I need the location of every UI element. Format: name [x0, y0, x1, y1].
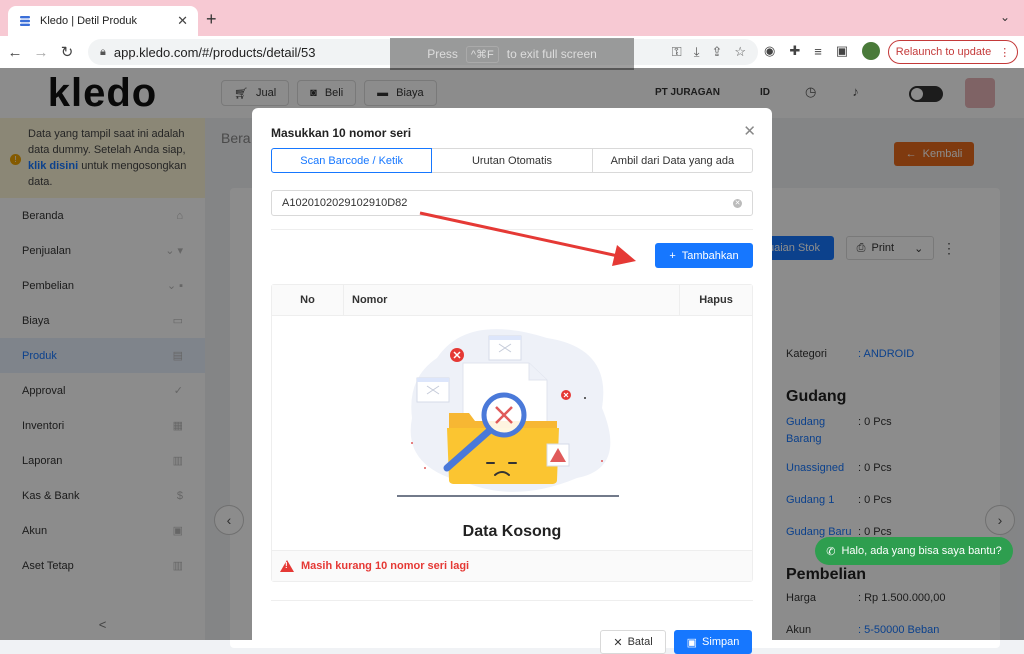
url-text: app.kledo.com/#/products/detail/53	[113, 44, 316, 60]
back-icon[interactable]: ←	[4, 44, 26, 61]
camera-icon[interactable]: ◉	[764, 43, 775, 59]
batal-label: Batal	[627, 636, 653, 648]
serial-number-table: No Nomor Hapus Data Kosong ! Masih kuran…	[271, 284, 753, 582]
key-icon[interactable]: ⚿	[672, 44, 682, 60]
tab-scan-barcode[interactable]: Scan Barcode / Ketik	[271, 148, 433, 173]
fullscreen-hint-suffix: to exit full screen	[506, 47, 597, 61]
serial-number-input[interactable]: A1020102029102910D82 ✕	[271, 190, 753, 216]
empty-state-text: Data Kosong	[462, 523, 562, 540]
whatsapp-label: Halo, ada yang bisa saya bantu?	[841, 545, 1002, 557]
clear-input-icon[interactable]: ✕	[733, 198, 742, 208]
column-header-hapus: Hapus	[699, 294, 733, 306]
batal-button[interactable]: ✕ Batal	[600, 630, 666, 654]
column-header-nomor: Nomor	[344, 285, 680, 315]
download-icon[interactable]: ⤓	[694, 44, 700, 60]
plus-icon: +	[669, 249, 676, 262]
sidepanel-icon[interactable]: ▣	[836, 43, 848, 59]
serial-number-modal: Masukkan 10 nomor seri ✕ Scan Barcode / …	[252, 108, 772, 654]
tab-close-icon[interactable]: ✕	[177, 13, 188, 29]
browser-tab-title: Kledo | Detil Produk	[40, 15, 138, 27]
close-icon: ✕	[613, 636, 623, 649]
tab-search-icon[interactable]: ⌄	[1000, 10, 1010, 24]
fullscreen-hint-prefix: Press	[427, 47, 458, 61]
divider	[271, 229, 753, 230]
share-icon[interactable]: ⇪	[711, 44, 722, 60]
media-icon[interactable]: ≡	[814, 44, 822, 59]
puzzle-icon[interactable]: ✚	[789, 43, 800, 59]
profile-avatar[interactable]	[862, 42, 881, 60]
fullscreen-hint-key: ^⌘F	[465, 45, 499, 63]
empty-data-illustration	[397, 329, 619, 497]
tab-ambil-data[interactable]: Ambil dari Data yang ada	[591, 148, 753, 173]
warning-triangle-icon	[280, 560, 294, 572]
serial-warning-message: Masih kurang 10 nomor seri lagi	[272, 550, 752, 581]
table-header: No Nomor Hapus	[272, 285, 752, 316]
extension-icons: ◉ ✚ ≡ ▣	[764, 42, 881, 60]
divider	[271, 600, 753, 601]
whatsapp-chat-button[interactable]: ✆ Halo, ada yang bisa saya bantu?	[815, 537, 1013, 565]
fullscreen-hint: Press ^⌘F to exit full screen	[390, 38, 634, 70]
forward-icon[interactable]: →	[30, 44, 52, 61]
browser-tab-strip: Kledo | Detil Produk ✕ + ⌄	[0, 0, 1024, 36]
save-icon: ▣	[686, 636, 698, 649]
bookmark-star-icon[interactable]: ☆	[734, 44, 746, 60]
simpan-button[interactable]: ▣ Simpan	[674, 630, 752, 654]
close-icon[interactable]: ✕	[743, 122, 756, 140]
whatsapp-icon: ✆	[826, 545, 836, 558]
relaunch-button[interactable]: Relaunch to update ⋮	[888, 40, 1018, 64]
tambahkan-label: Tambahkan	[681, 249, 739, 262]
simpan-label: Simpan	[702, 636, 740, 648]
reload-icon[interactable]: ↻	[56, 43, 78, 61]
relaunch-label: Relaunch to update	[895, 46, 992, 58]
modal-title: Masukkan 10 nomor seri	[271, 126, 412, 140]
lock-icon: 🔒︎	[100, 45, 106, 58]
kledo-favicon-icon	[20, 16, 30, 26]
tambahkan-button[interactable]: + Tambahkan	[655, 243, 753, 268]
modal-footer: ✕ Batal ▣ Simpan	[600, 630, 752, 654]
warning-text: Masih kurang 10 nomor seri lagi	[301, 560, 470, 572]
new-tab-icon[interactable]: +	[206, 9, 217, 30]
browser-tab[interactable]: Kledo | Detil Produk ✕	[8, 6, 198, 36]
serial-number-value: A1020102029102910D82	[282, 197, 408, 209]
input-mode-tabs: Scan Barcode / Ketik Urutan Otomatis Amb…	[271, 148, 753, 173]
tab-urutan-otomatis[interactable]: Urutan Otomatis	[431, 148, 593, 173]
kebab-menu-icon[interactable]: ⋮	[999, 46, 1010, 59]
column-header-no: No	[272, 285, 344, 315]
